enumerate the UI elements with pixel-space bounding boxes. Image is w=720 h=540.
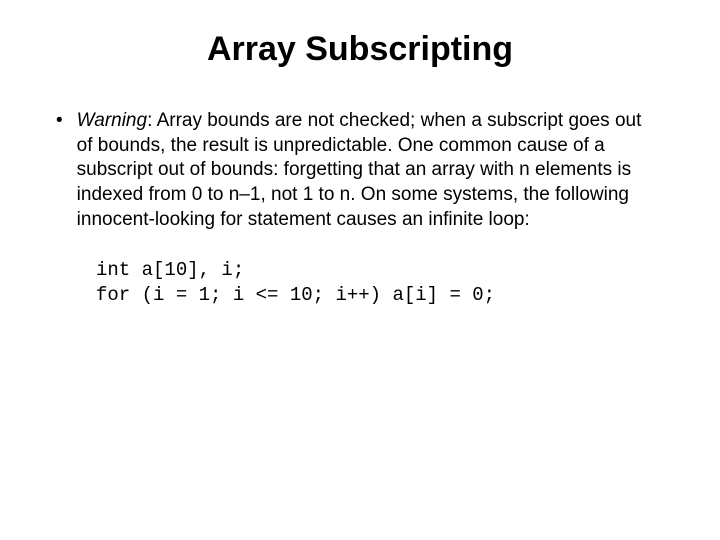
warning-label: Warning [77, 110, 147, 131]
code-block: int a[10], i; for (i = 1; i <= 10; i++) … [96, 258, 670, 307]
page-title: Array Subscripting [50, 30, 670, 69]
bullet-marker: • [56, 109, 63, 232]
bullet-body: : Array bounds are not checked; when a s… [77, 110, 642, 230]
bullet-item: • Warning: Array bounds are not checked;… [56, 109, 670, 232]
bullet-text: Warning: Array bounds are not checked; w… [77, 109, 650, 232]
